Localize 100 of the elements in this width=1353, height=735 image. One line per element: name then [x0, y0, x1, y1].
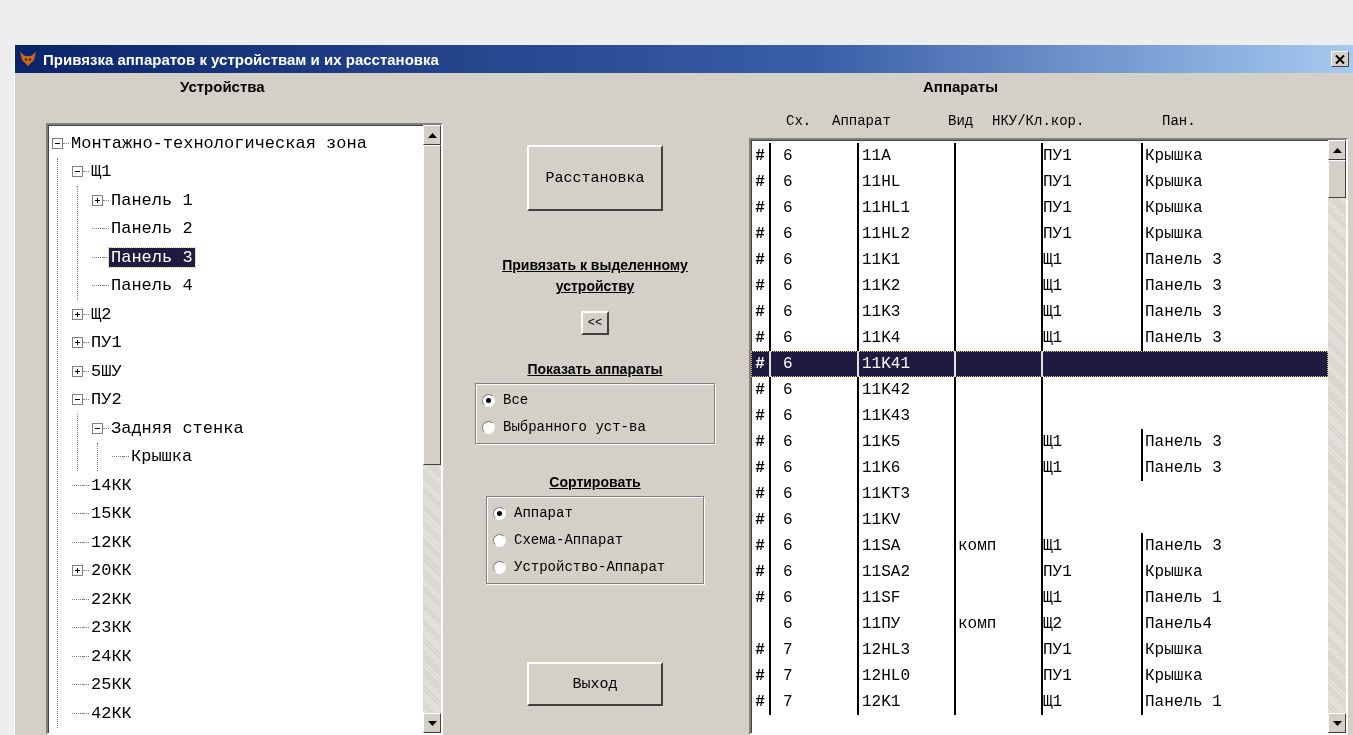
tree-item[interactable]: 23КК	[89, 618, 134, 638]
table-cell: 6	[771, 585, 859, 611]
table-cell: 11HL	[859, 169, 956, 195]
table-cell: 11SF	[859, 585, 956, 611]
table-cell: 12HL0	[859, 663, 956, 689]
radio-option[interactable]: Схема-Аппарат	[493, 528, 697, 552]
section-heading: Аппараты	[923, 78, 999, 95]
table-row[interactable]: # 6 11KV	[751, 507, 1328, 533]
tree-item[interactable]: ПУ1	[89, 333, 124, 353]
tree-item[interactable]: ПУ2	[89, 390, 124, 410]
radio-button[interactable]	[493, 560, 506, 574]
tree-item[interactable]: Щ1	[89, 162, 114, 182]
tree-item[interactable]: 5ШУ	[89, 361, 124, 381]
row-mark: #	[751, 221, 771, 247]
tree-item[interactable]: Крышка	[129, 447, 195, 467]
table-cell: 6	[771, 299, 859, 325]
tree-item[interactable]: Панель 2	[109, 219, 195, 239]
collapse-icon[interactable]	[72, 166, 83, 178]
expand-icon[interactable]	[72, 337, 83, 349]
column-header: Пан.	[1162, 113, 1197, 131]
table-row[interactable]: # 6 11KT3	[751, 481, 1328, 507]
expand-icon[interactable]	[72, 308, 83, 320]
tree-item[interactable]: Задняя стенка	[109, 418, 246, 438]
table-cell: 6	[771, 455, 859, 481]
expand-icon[interactable]	[72, 365, 83, 377]
scroll-up-icon[interactable]	[1332, 147, 1342, 153]
table-cell: 11ПУ	[859, 611, 956, 637]
table-cell: 6	[771, 195, 859, 221]
tree-item[interactable]: 42КК	[89, 703, 134, 723]
tree-item[interactable]: 22КК	[89, 589, 134, 609]
table-cell: 6	[771, 273, 859, 299]
radio-button[interactable]	[493, 506, 506, 520]
tree-item[interactable]: 14КК	[89, 475, 134, 495]
tree-item[interactable]: 12КК	[89, 532, 134, 552]
tree-item[interactable]: Панель 3	[109, 247, 195, 267]
section-heading: Устройства	[180, 78, 265, 95]
table-cell: 6	[771, 377, 859, 403]
expand-icon[interactable]	[72, 565, 83, 577]
radio-option[interactable]: Аппарат	[493, 501, 697, 525]
expand-icon[interactable]	[92, 194, 103, 206]
tree-item[interactable]: 25КК	[89, 675, 134, 695]
table-cell: комп	[956, 611, 1043, 637]
row-mark: #	[751, 299, 771, 325]
table-cell: 11K43	[859, 403, 956, 429]
group-heading: Показать аппараты	[527, 361, 663, 377]
bind-label: Привязать к выделенному устройству	[501, 256, 689, 296]
tree-item[interactable]: Панель 4	[109, 276, 195, 296]
table-cell: 12HL3	[859, 637, 956, 663]
collapse-icon[interactable]	[92, 422, 103, 434]
table-cell: 11KV	[859, 507, 956, 533]
radio-option[interactable]: Все	[482, 388, 708, 412]
collapse-icon[interactable]	[72, 394, 83, 406]
table-cell: 6	[771, 481, 859, 507]
close-button[interactable]	[1331, 51, 1349, 67]
scroll-up-icon[interactable]	[427, 132, 437, 138]
exit-button[interactable]: Выход	[527, 662, 663, 706]
radio-button[interactable]	[482, 420, 495, 434]
table-cell-text: ПУ1	[1043, 172, 1073, 193]
table-cell-text: ПУ1	[1043, 640, 1073, 661]
scroll-thumb[interactable]	[1328, 160, 1346, 198]
tree-item[interactable]: 24КК	[89, 646, 134, 666]
column-header: Сх.	[786, 113, 813, 131]
tree-item[interactable]: Панель 1	[109, 190, 195, 210]
table-cell-text: Щ1	[1043, 458, 1064, 479]
row-mark: #	[751, 429, 771, 455]
bind-button[interactable]: <<	[581, 311, 609, 335]
fox-head-icon	[19, 50, 37, 68]
table-row[interactable]: # 6 11K42	[751, 377, 1328, 403]
scrollbar[interactable]	[423, 125, 441, 733]
row-mark: #	[751, 377, 771, 403]
table-cell: 6	[771, 403, 859, 429]
table-cell-text: ПУ1	[1043, 198, 1073, 219]
table-cell: 11K2	[859, 273, 956, 299]
radio-button[interactable]	[482, 393, 495, 407]
table-cell: 11K41	[859, 351, 956, 377]
column-header: Аппарат	[832, 113, 892, 131]
tree-item[interactable]: Монтажно-технологическая зона	[69, 133, 369, 153]
radio-option[interactable]: Устройство-Аппарат	[493, 555, 697, 579]
table-cell-text: ПУ1	[1043, 146, 1073, 167]
scroll-down-icon[interactable]	[1332, 720, 1342, 726]
collapse-icon[interactable]	[52, 137, 63, 149]
table-row[interactable]: # 6 11K43	[751, 403, 1328, 429]
row-mark: #	[751, 169, 771, 195]
scroll-down-icon[interactable]	[427, 720, 437, 726]
table-cell-text: Щ1	[1043, 536, 1064, 557]
scroll-thumb[interactable]	[423, 145, 441, 465]
table-cell: 11SA2	[859, 559, 956, 585]
place-button[interactable]: Расстановка	[527, 145, 663, 211]
row-mark: #	[751, 143, 771, 169]
table-row[interactable]: # 6 11K41	[751, 351, 1328, 377]
tree-item[interactable]: 20КК	[89, 561, 134, 581]
tree-item[interactable]: 15КК	[89, 504, 134, 524]
row-mark: #	[751, 507, 771, 533]
radio-button[interactable]	[493, 533, 506, 547]
row-mark: #	[751, 455, 771, 481]
radio-option[interactable]: Выбранного уст-ва	[482, 415, 708, 439]
scrollbar[interactable]	[1328, 140, 1346, 733]
table-cell: 11K5	[859, 429, 956, 455]
tree-item[interactable]: Щ2	[89, 304, 114, 324]
table-cell: 6	[771, 143, 859, 169]
